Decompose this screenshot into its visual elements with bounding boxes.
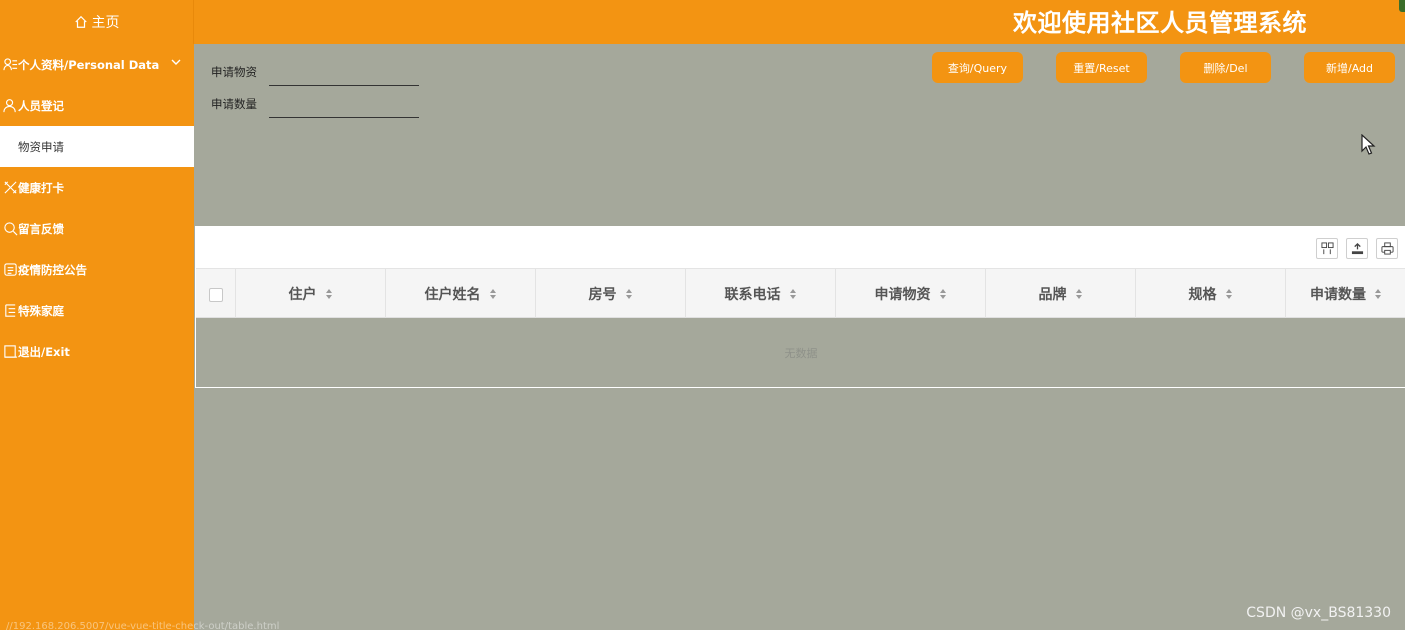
table-body: 无数据 <box>196 318 1405 388</box>
delete-button[interactable]: 删除/Del <box>1180 52 1271 83</box>
sidebar-item-label: 物资申请 <box>18 139 64 154</box>
sort-icon <box>1225 288 1232 299</box>
watermark: CSDN @vx_BS81330 <box>1246 605 1391 621</box>
sort-icon <box>625 288 632 299</box>
sidebar-item-supply-request[interactable]: 物资申请 <box>0 126 194 167</box>
column-header-room[interactable]: 房号 <box>536 269 686 318</box>
corner-mark <box>1399 0 1405 12</box>
print-icon <box>1380 242 1394 255</box>
column-header-quantity[interactable]: 申请数量 <box>1286 269 1405 318</box>
select-all-checkbox[interactable] <box>209 288 223 302</box>
top-header: 主页 欢迎使用社区人员管理系统 <box>0 0 1405 44</box>
sort-icon <box>489 288 496 299</box>
column-header-label: 申请物资 <box>874 286 931 303</box>
sort-icon <box>1375 288 1381 299</box>
sidebar-item-registration[interactable]: 人员登记 <box>0 85 194 126</box>
table-toolbar <box>196 227 1405 269</box>
sidebar-item-label: 留言反馈 <box>18 221 64 236</box>
exit-icon <box>2 344 18 360</box>
column-header-label: 规格 <box>1188 286 1217 303</box>
add-button[interactable]: 新增/Add <box>1304 52 1395 83</box>
sort-icon <box>789 288 796 299</box>
columns-icon <box>1320 242 1334 255</box>
sidebar-item-label: 个人资料/Personal Data <box>18 57 160 72</box>
column-header-brand[interactable]: 品牌 <box>986 269 1136 318</box>
home-label: 主页 <box>91 15 120 31</box>
home-icon <box>74 15 87 28</box>
column-header-resident[interactable]: 住户 <box>236 269 386 318</box>
home-link[interactable]: 主页 <box>0 0 194 44</box>
sidebar-item-health-checkin[interactable]: 健康打卡 <box>0 167 194 208</box>
sort-icon <box>939 288 946 299</box>
sidebar-item-exit[interactable]: 退出/Exit <box>0 331 194 372</box>
sidebar-item-personal-data[interactable]: 个人资料/Personal Data <box>0 44 194 85</box>
column-header-phone[interactable]: 联系电话 <box>686 269 836 318</box>
feedback-icon <box>2 221 18 237</box>
sidebar-item-epidemic-notice[interactable]: 疫情防控公告 <box>0 249 194 290</box>
sidebar-item-label: 人员登记 <box>18 98 64 113</box>
mouse-cursor-icon <box>1361 134 1376 155</box>
supply-input[interactable] <box>269 62 419 86</box>
sort-icon <box>1075 288 1082 299</box>
sidebar-item-special-family[interactable]: 特殊家庭 <box>0 290 194 331</box>
health-icon <box>2 180 18 196</box>
family-icon <box>2 303 18 319</box>
video-overlay-mark <box>1058 602 1072 630</box>
sidebar-item-label: 退出/Exit <box>18 344 70 359</box>
column-header-label: 住户姓名 <box>424 286 481 303</box>
quantity-label: 申请数量 <box>211 97 257 111</box>
chevron-down-icon <box>171 59 181 65</box>
column-header-label: 申请数量 <box>1310 286 1366 303</box>
supply-label: 申请物资 <box>211 65 257 79</box>
form-row-quantity: 申请数量 <box>211 94 419 118</box>
column-header-resident-name[interactable]: 住户姓名 <box>386 269 536 318</box>
data-table: 住户 住户姓名 房号 联系电话 申请物资 品牌 规格 申请数量 无数据 <box>195 226 1405 388</box>
sidebar-item-feedback[interactable]: 留言反馈 <box>0 208 194 249</box>
column-header-label: 房号 <box>588 286 617 303</box>
column-header-spec[interactable]: 规格 <box>1136 269 1286 318</box>
profile-icon <box>2 57 18 73</box>
status-url: //192.168.206.5007/vue-vue-title-check-o… <box>6 621 280 630</box>
select-all-cell <box>196 269 236 318</box>
table-header: 住户 住户姓名 房号 联系电话 申请物资 品牌 规格 申请数量 <box>196 269 1405 318</box>
user-icon <box>2 98 18 114</box>
sidebar: 个人资料/Personal Data 人员登记 物资申请 健康打卡 留言反馈 疫… <box>0 44 279 630</box>
column-header-label: 联系电话 <box>724 286 781 303</box>
sidebar-item-label: 健康打卡 <box>18 180 64 195</box>
sort-icon <box>325 288 332 299</box>
app-title: 欢迎使用社区人员管理系统 <box>1013 9 1307 37</box>
empty-text: 无数据 <box>784 347 818 360</box>
sidebar-item-label: 特殊家庭 <box>18 303 64 318</box>
form-row-supply: 申请物资 <box>211 62 419 86</box>
notice-icon <box>2 262 18 278</box>
column-header-supply[interactable]: 申请物资 <box>836 269 986 318</box>
columns-button[interactable] <box>1316 238 1338 259</box>
reset-button[interactable]: 重置/Reset <box>1056 52 1147 83</box>
export-icon <box>1351 242 1363 255</box>
print-button[interactable] <box>1376 238 1398 259</box>
export-button[interactable] <box>1346 238 1368 259</box>
quantity-input[interactable] <box>269 94 419 118</box>
sidebar-item-label: 疫情防控公告 <box>18 262 87 277</box>
query-button[interactable]: 查询/Query <box>932 52 1023 83</box>
column-header-label: 品牌 <box>1038 286 1067 303</box>
column-header-label: 住户 <box>288 286 317 303</box>
